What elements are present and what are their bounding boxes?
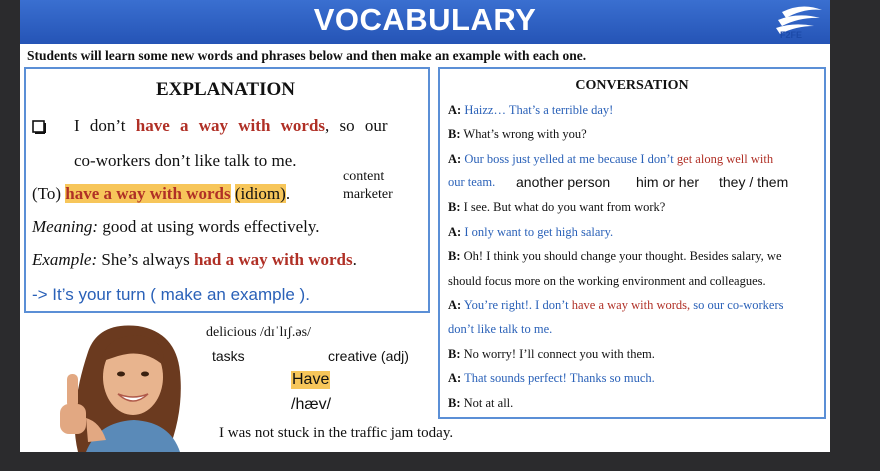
note-delicious: delicious /dɪˈlɪʃ.əs/ <box>206 325 311 340</box>
example-line: Example: She’s always had a way with wor… <box>32 250 357 269</box>
conversation-line: should focus more on the working environ… <box>448 274 766 288</box>
example-sentence-line1: I don’t have a way with words, so our <box>74 116 388 135</box>
note-another-person: another person <box>516 174 611 190</box>
idiom-line: (To) have a way with words (idiom). <box>32 184 291 203</box>
conversation-line: B: What’s wrong with you? <box>448 127 587 141</box>
note-creative: creative (adj) <box>328 348 409 364</box>
note-content: content <box>343 169 385 184</box>
header-banner: VOCABULARY <box>20 0 830 44</box>
conversation-line: A: Our boss just yelled at me because I … <box>448 152 774 166</box>
note-they-them: they / them <box>719 174 789 190</box>
conversation-box: CONVERSATION A: Haizz… That’s a terrible… <box>438 67 826 419</box>
conversation-line: A: Haizz… That’s a terrible day! <box>448 103 614 117</box>
conversation-line: don’t like talk to me. <box>448 322 553 336</box>
note-sentence: I was not stuck in the traffic jam today… <box>219 425 454 441</box>
conversation-heading: CONVERSATION <box>575 78 689 93</box>
example-sentence-line2: co-workers don’t like talk to me. <box>74 151 297 170</box>
checkbox-bullet-icon <box>32 120 46 134</box>
conversation-line: our team. another person him or her they… <box>448 174 789 190</box>
conversation-line: B: Oh! I think you should change your th… <box>448 249 782 263</box>
logo-text: F2FE <box>780 30 803 40</box>
conversation-line: A: I only want to get high salary. <box>448 225 614 239</box>
conversation-line: A: That sounds perfect! Thanks so much. <box>448 371 655 385</box>
slide-title: VOCABULARY <box>313 2 537 37</box>
explanation-heading: EXPLANATION <box>156 79 295 100</box>
note-marketer: marketer <box>343 187 393 202</box>
smiling-woman-thumbs-up-image <box>60 325 181 452</box>
slide: VOCABULARY F2FE Students will learn some… <box>20 0 830 452</box>
note-have: Have <box>291 371 331 389</box>
note-him-or-her: him or her <box>636 174 700 190</box>
conversation-line: B: No worry! I’ll connect you with them. <box>448 347 655 361</box>
instructions: Students will learn some new words and p… <box>27 48 587 63</box>
note-tasks: tasks <box>212 348 245 364</box>
conversation-line: B: Not at all. <box>448 396 514 410</box>
explanation-box: EXPLANATION I don’t have a way with word… <box>24 67 430 313</box>
meaning-line: Meaning: good at using words effectively… <box>32 217 320 236</box>
conversation-line: B: I see. But what do you want from work… <box>448 200 666 214</box>
conversation-line: A: You’re right!. I don’t have a way wit… <box>448 298 784 312</box>
your-turn-prompt: -> It’s your turn ( make an example ). <box>32 285 310 304</box>
note-have-ipa: /hæv/ <box>291 396 332 413</box>
